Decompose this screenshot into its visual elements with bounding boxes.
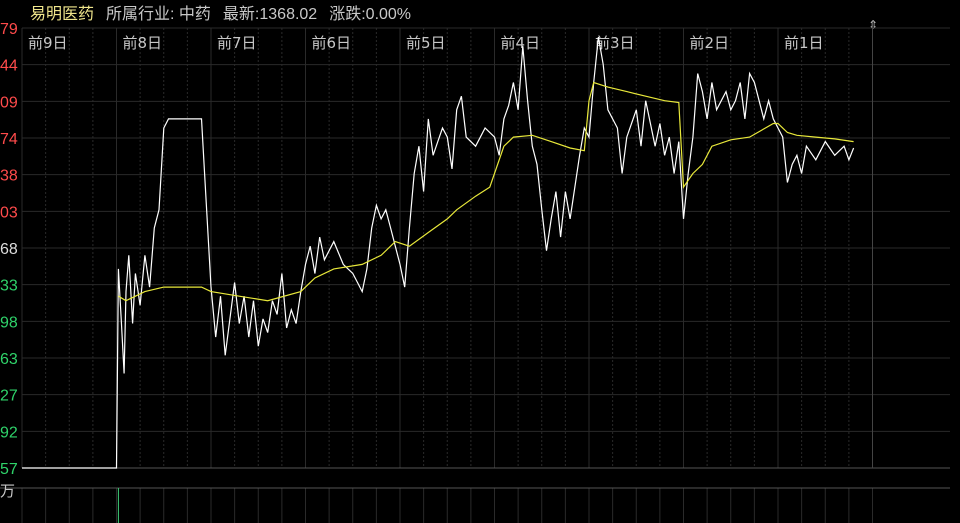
y-tick-label: 03 xyxy=(0,204,18,221)
y-tick-label: 74 xyxy=(0,131,18,148)
y-tick-label: 57 xyxy=(0,461,18,478)
intraday-chart[interactable]: 79 44 09 74 38 03 68 33 98 63 27 92 57 前9日 前8日 前7日 前6日 前5… xyxy=(0,0,960,523)
y-tick-label: 98 xyxy=(0,314,18,331)
y-tick-label: 27 xyxy=(0,388,18,405)
day-label: 前4日 xyxy=(501,34,541,52)
volume-unit-label: 万 xyxy=(0,483,16,500)
day-label: 前5日 xyxy=(406,34,446,52)
y-tick-label: 68 xyxy=(0,241,18,258)
y-tick-label: 79 xyxy=(0,21,18,38)
average-line xyxy=(118,81,854,302)
y-tick-label: 63 xyxy=(0,351,18,368)
day-label: 前9日 xyxy=(28,34,68,52)
y-tick-label: 44 xyxy=(0,58,18,75)
y-tick-label: 92 xyxy=(0,424,18,441)
day-label: 前1日 xyxy=(784,34,824,52)
y-tick-label: 38 xyxy=(0,168,18,185)
y-tick-label: 33 xyxy=(0,278,18,295)
day-label: 前6日 xyxy=(312,34,352,52)
day-label: 前2日 xyxy=(690,34,730,52)
y-tick-label: 09 xyxy=(0,94,18,111)
day-label: 前8日 xyxy=(123,34,163,52)
day-label: 前7日 xyxy=(217,34,257,52)
